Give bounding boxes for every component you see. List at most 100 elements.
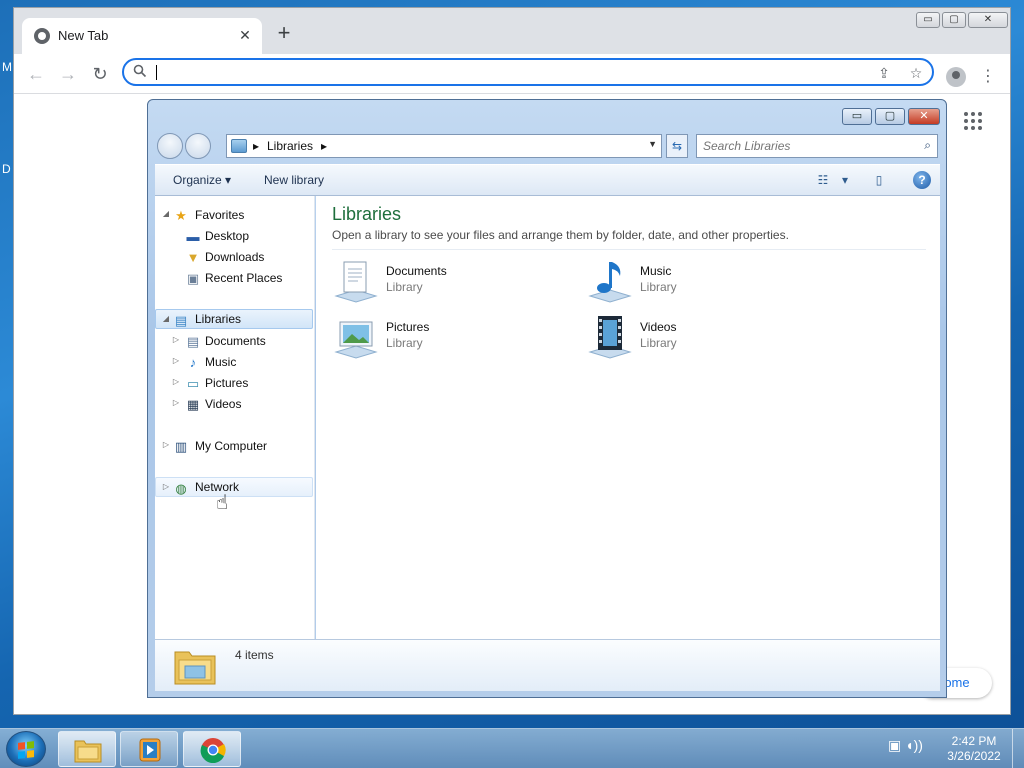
explorer-window-controls: ▭ ▢ ✕ <box>842 108 940 125</box>
profile-avatar[interactable] <box>946 67 966 87</box>
expand-arrow-icon[interactable]: ▷ <box>161 440 171 449</box>
library-type: Library <box>386 280 423 294</box>
hand-cursor-icon: ☝ <box>216 492 229 514</box>
taskbar: ▣ ◖)) 2:42 PM 3/26/2022 <box>0 728 1024 768</box>
content-pane: Libraries Open a library to see your fil… <box>316 196 940 639</box>
clock[interactable]: 2:42 PM 3/26/2022 <box>936 734 1012 764</box>
text-cursor <box>156 65 157 80</box>
expand-arrow-icon[interactable]: ◢ <box>161 209 171 218</box>
taskbar-explorer[interactable] <box>58 731 116 767</box>
close-button[interactable]: ✕ <box>968 12 1008 28</box>
libraries-folder-icon <box>174 651 216 685</box>
nav-item-music[interactable]: ▷ ♪ Music <box>155 352 313 372</box>
videos-icon: ▦ <box>186 397 200 412</box>
expand-arrow-icon[interactable]: ▷ <box>171 335 181 344</box>
bookmark-star-icon[interactable]: ☆ <box>906 63 926 83</box>
documents-icon: ▤ <box>186 334 200 349</box>
nav-item-recent-places[interactable]: ▣ Recent Places <box>155 268 313 288</box>
nav-item-label: Recent Places <box>205 271 283 285</box>
nav-item-videos[interactable]: ▷ ▦ Videos <box>155 394 313 414</box>
maximize-button[interactable]: ▢ <box>875 108 905 125</box>
maximize-button[interactable]: ▢ <box>942 12 966 28</box>
forward-button[interactable] <box>185 133 211 159</box>
network-icon: ◍ <box>175 481 187 496</box>
expand-arrow-icon[interactable]: ▷ <box>171 377 181 386</box>
minimize-button[interactable]: ▭ <box>842 108 872 125</box>
minimize-button[interactable]: ▭ <box>916 12 940 28</box>
library-name: Pictures <box>386 320 430 334</box>
refresh-button[interactable]: ⇆ <box>666 134 688 158</box>
back-button[interactable] <box>157 133 183 159</box>
share-icon[interactable]: ⇪ <box>874 63 894 83</box>
expand-arrow-icon[interactable]: ▷ <box>161 482 171 491</box>
library-name: Music <box>640 264 672 278</box>
organize-button[interactable]: Organize ▾ <box>173 173 231 187</box>
clock-time: 2:42 PM <box>951 734 997 748</box>
back-button[interactable]: ← <box>24 62 48 86</box>
nav-item-downloads[interactable]: ▼ Downloads <box>155 247 313 267</box>
library-pictures[interactable]: Pictures Library <box>332 314 562 364</box>
desktop-icon: ▬ <box>186 229 200 244</box>
nav-item-network[interactable]: ▷ ◍ Network <box>155 477 313 497</box>
expand-arrow-icon[interactable]: ◢ <box>161 314 171 323</box>
library-videos[interactable]: Videos Library <box>586 314 816 364</box>
google-apps-icon[interactable] <box>964 112 982 130</box>
system-tray[interactable]: ▣ ◖)) <box>888 737 923 754</box>
nav-item-label: Documents <box>205 334 266 348</box>
videos-library-icon <box>588 316 632 359</box>
change-view-icon[interactable]: ☷ <box>813 171 833 189</box>
close-button[interactable]: ✕ <box>908 108 940 125</box>
search-box[interactable]: ⌕ <box>696 134 938 158</box>
nav-item-libraries[interactable]: ◢ ▤ Libraries <box>155 309 313 329</box>
expand-arrow-icon[interactable]: ▷ <box>171 356 181 365</box>
show-desktop-button[interactable] <box>1012 729 1024 768</box>
chrome-icon <box>200 738 226 763</box>
windows-logo-icon <box>18 741 34 759</box>
nav-item-documents[interactable]: ▷ ▤ Documents <box>155 331 313 351</box>
libraries-icon: ▤ <box>174 313 188 328</box>
new-library-button[interactable]: New library <box>264 173 324 187</box>
desktop-icon-label: D <box>2 162 11 176</box>
nav-item-label: Pictures <box>205 376 249 390</box>
library-type: Library <box>386 336 423 350</box>
expand-arrow-icon[interactable]: ▷ <box>171 398 181 407</box>
breadcrumb-separator[interactable]: ▸ <box>253 139 259 153</box>
clock-date: 3/26/2022 <box>947 749 1001 763</box>
library-documents[interactable]: Documents Library <box>332 258 562 308</box>
library-name: Documents <box>386 264 447 278</box>
chrome-menu-button[interactable]: ⋮ <box>980 66 996 88</box>
address-dropdown-icon[interactable]: ▼ <box>648 139 657 149</box>
search-icon <box>130 63 150 83</box>
explorer-folder-icon <box>74 740 102 763</box>
nav-item-pictures[interactable]: ▷ ▭ Pictures <box>155 373 313 393</box>
star-icon: ★ <box>175 208 187 223</box>
navigation-pane: ◢ ★ Favorites ▬ Desktop ▼ Downloads ▣ Re… <box>155 196 315 639</box>
chevron-down-icon: ▾ <box>225 173 232 187</box>
start-button[interactable] <box>6 731 46 767</box>
new-tab-button[interactable]: + <box>272 22 296 46</box>
taskbar-media-player[interactable] <box>120 731 178 767</box>
breadcrumb-separator[interactable]: ▸ <box>321 139 327 153</box>
preview-pane-icon[interactable]: ▯ <box>869 171 889 189</box>
address-bar[interactable]: ▸ Libraries ▸ ▼ <box>226 134 662 158</box>
search-input[interactable] <box>703 138 903 154</box>
nav-item-favorites[interactable]: ◢ ★ Favorites <box>155 205 313 225</box>
search-icon[interactable]: ⌕ <box>924 138 931 153</box>
help-icon[interactable]: ? <box>913 171 931 189</box>
breadcrumb-libraries[interactable]: Libraries <box>267 139 313 153</box>
nav-item-label: Videos <box>205 397 242 411</box>
address-bar[interactable]: ⇪ ☆ <box>122 58 934 86</box>
taskbar-chrome[interactable] <box>183 731 241 767</box>
view-options-chevron-icon[interactable]: ▾ <box>835 171 855 189</box>
nav-item-my-computer[interactable]: ▷ ▥ My Computer <box>155 436 313 456</box>
library-music[interactable]: Music Library <box>586 258 816 308</box>
library-type: Library <box>640 280 677 294</box>
tab-close-icon[interactable]: ✕ <box>236 26 254 44</box>
forward-button[interactable]: → <box>56 62 80 86</box>
pictures-icon: ▭ <box>186 376 200 391</box>
pictures-library-icon <box>334 321 378 359</box>
nav-item-desktop[interactable]: ▬ Desktop <box>155 226 313 246</box>
reload-button[interactable]: ↻ <box>88 62 112 86</box>
music-icon: ♪ <box>189 355 197 370</box>
tab-new-tab[interactable]: New Tab ✕ <box>22 18 262 54</box>
